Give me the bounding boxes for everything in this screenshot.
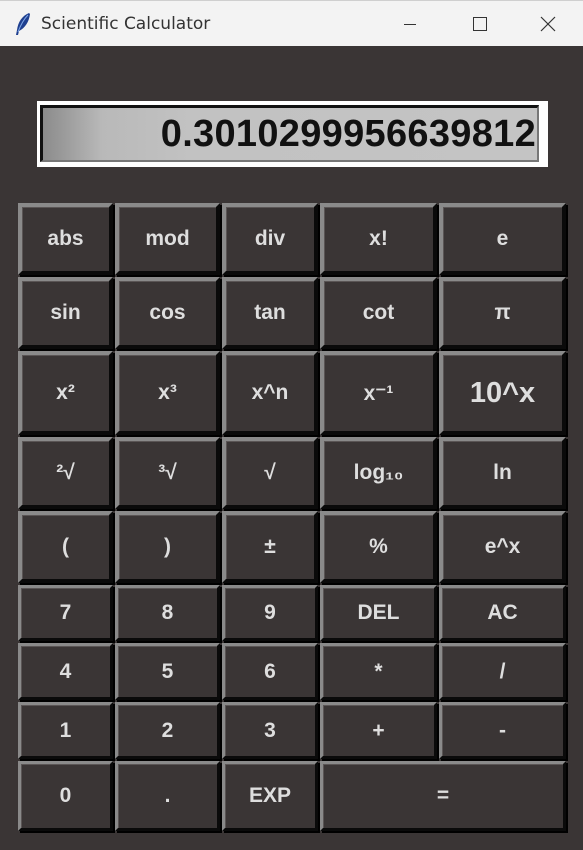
multiply-button[interactable]: * [320, 643, 437, 700]
sin-button[interactable]: sin [18, 277, 113, 349]
digit-7-button[interactable]: 7 [18, 585, 113, 641]
pi-button[interactable]: π [439, 277, 566, 349]
digit-2-button[interactable]: 2 [115, 702, 220, 759]
div-button[interactable]: div [222, 203, 318, 275]
square-root-2-button[interactable]: ²√ [18, 437, 113, 509]
log10-button[interactable]: log₁₀ [320, 437, 437, 509]
minimize-icon [404, 24, 416, 25]
feather-icon [14, 12, 32, 36]
minus-button[interactable]: - [439, 702, 566, 759]
exp-button[interactable]: EXP [222, 761, 318, 831]
left-paren-button[interactable]: ( [18, 511, 113, 583]
digit-3-button[interactable]: 3 [222, 702, 318, 759]
maximize-button[interactable] [445, 1, 515, 47]
close-icon [540, 16, 556, 32]
sqrt-button[interactable]: √ [222, 437, 318, 509]
digit-5-button[interactable]: 5 [115, 643, 220, 700]
inverse-button[interactable]: x⁻¹ [320, 351, 437, 435]
cos-button[interactable]: cos [115, 277, 220, 349]
square-button[interactable]: x² [18, 351, 113, 435]
ln-button[interactable]: ln [439, 437, 566, 509]
title-bar: Scientific Calculator [0, 0, 583, 46]
display-frame: 0.3010299956639812 [37, 101, 548, 167]
factorial-button[interactable]: x! [320, 203, 437, 275]
percent-button[interactable]: % [320, 511, 437, 583]
tan-button[interactable]: tan [222, 277, 318, 349]
exp-e-button[interactable]: e^x [439, 511, 566, 583]
digit-1-button[interactable]: 1 [18, 702, 113, 759]
plus-minus-button[interactable]: ± [222, 511, 318, 583]
digit-9-button[interactable]: 9 [222, 585, 318, 641]
cube-button[interactable]: x³ [115, 351, 220, 435]
all-clear-button[interactable]: AC [439, 585, 566, 641]
digit-8-button[interactable]: 8 [115, 585, 220, 641]
e-button[interactable]: e [439, 203, 566, 275]
minimize-button[interactable] [375, 1, 445, 47]
plus-button[interactable]: + [320, 702, 437, 759]
mod-button[interactable]: mod [115, 203, 220, 275]
cube-root-button[interactable]: ³√ [115, 437, 220, 509]
display-field[interactable]: 0.3010299956639812 [40, 105, 539, 162]
digit-4-button[interactable]: 4 [18, 643, 113, 700]
digit-6-button[interactable]: 6 [222, 643, 318, 700]
cot-button[interactable]: cot [320, 277, 437, 349]
display-value: 0.3010299956639812 [160, 112, 536, 155]
maximize-icon [473, 17, 487, 31]
abs-button[interactable]: abs [18, 203, 113, 275]
close-button[interactable] [513, 1, 583, 47]
delete-button[interactable]: DEL [320, 585, 437, 641]
equals-button[interactable]: = [320, 761, 566, 831]
pow10-button[interactable]: 10^x [439, 351, 566, 435]
window-title: Scientific Calculator [41, 14, 211, 34]
digit-0-button[interactable]: 0 [18, 761, 113, 831]
power-button[interactable]: x^n [222, 351, 318, 435]
divide-button[interactable]: / [439, 643, 566, 700]
right-paren-button[interactable]: ) [115, 511, 220, 583]
decimal-point-button[interactable]: . [115, 761, 220, 831]
